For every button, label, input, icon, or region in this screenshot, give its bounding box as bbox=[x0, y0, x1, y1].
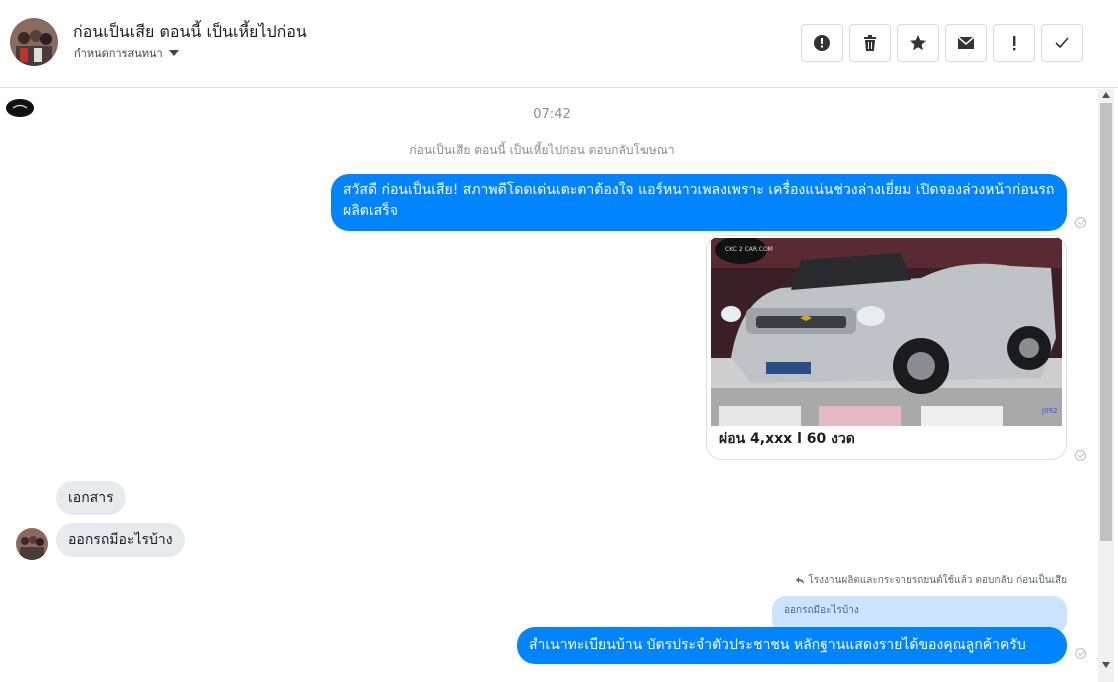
outgoing-message[interactable]: สำเนาทะเบียนบ้าน บัตรประจำตัวประชาชน หลั… bbox=[517, 627, 1067, 664]
conversation-settings-label: กำหนดการสนทนา bbox=[74, 47, 163, 60]
done-button[interactable] bbox=[1041, 24, 1083, 62]
sent-check-icon bbox=[1075, 648, 1086, 659]
star-button[interactable] bbox=[897, 24, 939, 62]
image-watermark: CKC 2 CAR.COM bbox=[725, 246, 773, 253]
sent-check-icon bbox=[1075, 450, 1086, 461]
trash-icon bbox=[864, 35, 876, 51]
envelope-icon bbox=[957, 36, 975, 49]
product-card[interactable]: CKC 2 CAR.COM J092 ผ่อน 4,xxx l 60 งวด bbox=[706, 235, 1067, 460]
conversation-title: ก่อนเป็นเสีย ตอนนี้ เป็นเหี้ยไปก่อน bbox=[73, 22, 307, 41]
alert-circle-icon bbox=[814, 35, 830, 51]
message-timestamp: 07:42 bbox=[533, 107, 571, 122]
sender-avatar[interactable] bbox=[16, 528, 48, 560]
scrollbar[interactable] bbox=[1098, 89, 1114, 682]
sent-check-icon bbox=[1075, 217, 1086, 228]
spam-button[interactable] bbox=[801, 24, 843, 62]
reply-indicator: โรงงานผลิตและกระจายรถยนต์ใช้แล้ว ตอบกลับ… bbox=[796, 573, 1067, 588]
conversation-settings-dropdown[interactable]: กำหนดการสนทนา bbox=[74, 44, 179, 62]
reply-arrow-icon bbox=[796, 577, 805, 584]
car-image bbox=[711, 238, 1062, 426]
scroll-down-arrow-icon[interactable] bbox=[1102, 662, 1110, 668]
outgoing-message[interactable]: สวัสดี ก่อนเป็นเสีย! สภาพดีโดดเด่นเตะตาต… bbox=[331, 174, 1067, 231]
header-actions bbox=[801, 24, 1083, 62]
message-thread[interactable]: 07:42 ก่อนเป็นเสีย ตอนนี้ เป็นเหี้ยไปก่อ… bbox=[0, 89, 1098, 682]
image-code: J092 bbox=[1042, 407, 1058, 415]
incoming-message[interactable]: ออกรถมีอะไรบ้าง bbox=[56, 523, 185, 557]
conversation-header: ก่อนเป็นเสีย ตอนนี้ เป็นเหี้ยไปก่อน กำหน… bbox=[0, 0, 1118, 88]
scrollbar-thumb[interactable] bbox=[1100, 103, 1112, 541]
star-icon bbox=[910, 35, 926, 51]
check-icon bbox=[1055, 37, 1069, 49]
ad-reply-notice: ก่อนเป็นเสีย ตอนนี้ เป็นเหี้ยไปก่อน ตอบก… bbox=[409, 143, 675, 157]
contact-avatar[interactable] bbox=[10, 18, 58, 66]
caret-down-icon bbox=[168, 50, 179, 56]
reply-indicator-text: โรงงานผลิตและกระจายรถยนต์ใช้แล้ว ตอบกลับ… bbox=[808, 575, 1067, 586]
incoming-message[interactable]: เอกสาร bbox=[56, 481, 126, 515]
mark-important-button[interactable] bbox=[993, 24, 1035, 62]
exclamation-icon bbox=[1013, 36, 1016, 51]
card-caption: ผ่อน 4,xxx l 60 งวด bbox=[719, 431, 855, 447]
delete-button[interactable] bbox=[849, 24, 891, 62]
mark-unread-button[interactable] bbox=[945, 24, 987, 62]
scroll-up-arrow-icon[interactable] bbox=[1102, 92, 1110, 98]
